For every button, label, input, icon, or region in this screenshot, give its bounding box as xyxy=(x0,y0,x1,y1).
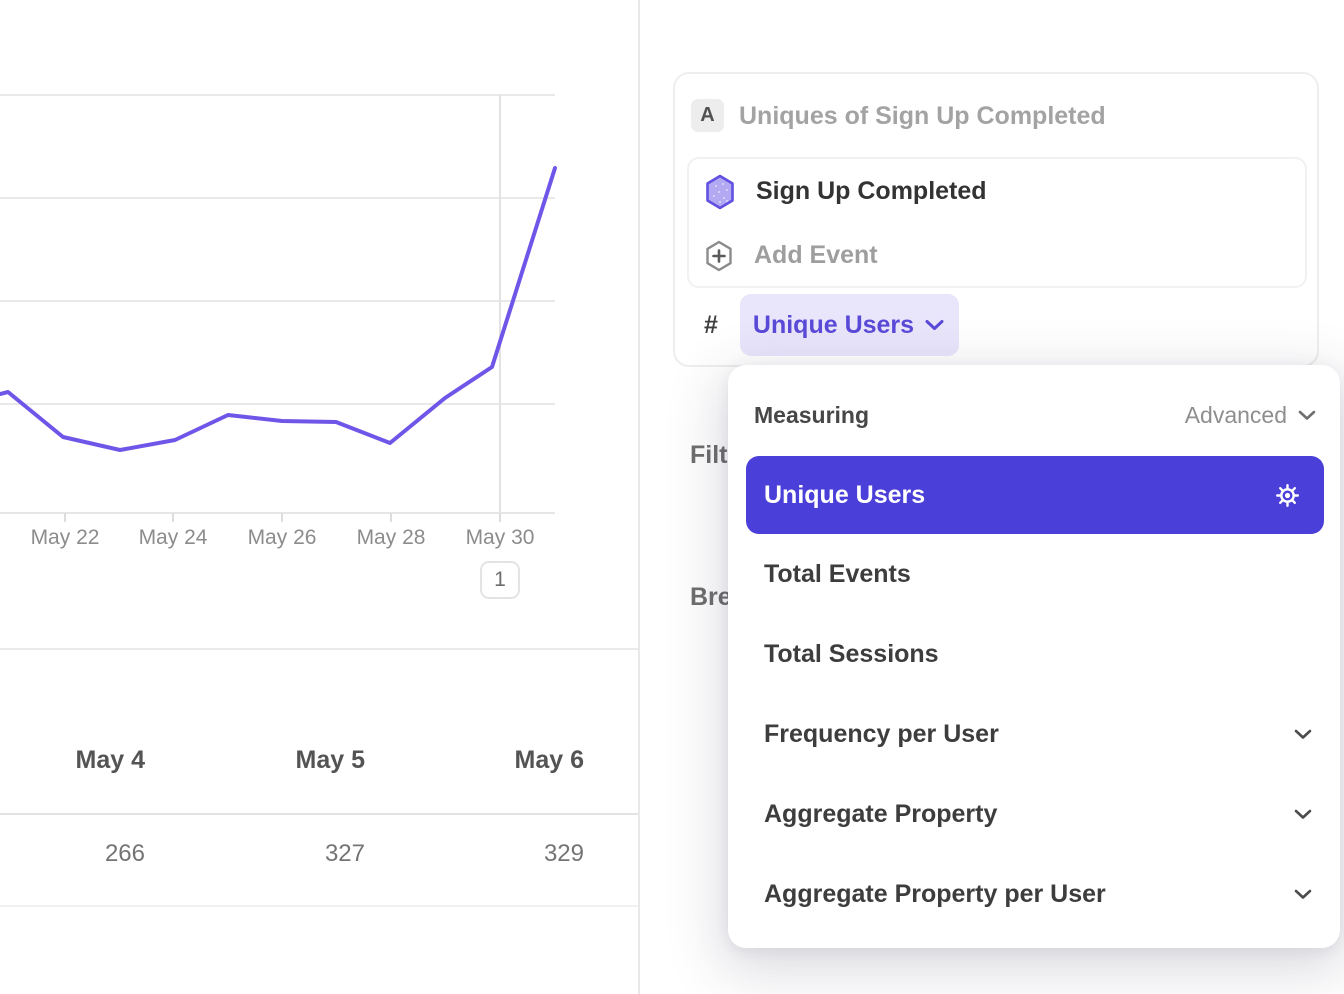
table-cell-value: 327 xyxy=(145,840,365,868)
panel-divider xyxy=(638,0,640,994)
menu-item-label: Frequency per User xyxy=(764,720,999,749)
pagination-page-button[interactable]: 1 xyxy=(480,561,520,599)
menu-item-aggregate-property-per-user[interactable]: Aggregate Property per User xyxy=(746,854,1324,934)
clause-letter-badge: A xyxy=(691,99,724,132)
table-column-header[interactable]: May 4 xyxy=(0,746,145,775)
x-axis-tick-label: May 22 xyxy=(31,526,100,550)
menu-item-frequency-per-user[interactable]: Frequency per User xyxy=(746,694,1324,774)
menu-item-label: Aggregate Property xyxy=(764,800,997,829)
x-axis-tick-label: May 24 xyxy=(139,526,208,550)
event-hexagon-icon xyxy=(705,174,735,210)
counting-method-dropdown-trigger[interactable]: Unique Users xyxy=(740,294,959,356)
event-list-card: Sign Up Completed Add Event xyxy=(687,157,1307,288)
hash-symbol: # xyxy=(704,311,718,340)
chevron-down-icon xyxy=(1294,729,1312,740)
x-axis-tick-label: May 26 xyxy=(248,526,317,550)
chevron-down-icon xyxy=(1294,809,1312,820)
counting-method-value: Unique Users xyxy=(753,311,914,340)
line-chart-panel: May 22 May 24 May 26 May 28 May 30 1 xyxy=(0,0,639,650)
trend-chart-svg xyxy=(0,0,639,650)
menu-item-aggregate-property[interactable]: Aggregate Property xyxy=(746,774,1324,854)
clause-title: Uniques of Sign Up Completed xyxy=(739,102,1106,130)
advanced-mode-toggle[interactable]: Advanced xyxy=(1185,402,1316,429)
analytics-insights-page: May 22 May 24 May 26 May 28 May 30 1 May 4 M… xyxy=(0,0,1344,994)
menu-item-unique-users-selected[interactable]: Unique Users xyxy=(746,456,1324,534)
table-header-separator xyxy=(0,813,639,815)
measuring-menu-header: Measuring Advanced xyxy=(728,365,1340,456)
add-event-label: Add Event xyxy=(754,241,878,270)
chevron-down-icon xyxy=(1298,410,1316,421)
menu-item-total-sessions[interactable]: Total Sessions xyxy=(746,614,1324,694)
chevron-down-icon xyxy=(925,319,944,331)
chevron-down-icon xyxy=(1294,889,1312,900)
measuring-dropdown-menu: Measuring Advanced Unique Users Total Ev… xyxy=(728,365,1340,948)
x-axis-tick-label: May 30 xyxy=(466,526,535,550)
gear-settings-icon[interactable] xyxy=(1274,482,1301,509)
advanced-mode-label: Advanced xyxy=(1185,402,1287,429)
measuring-menu-items: Total Events Total Sessions Frequency pe… xyxy=(746,534,1324,934)
pagination-page-label: 1 xyxy=(494,568,506,592)
x-axis-tick-label: May 28 xyxy=(357,526,426,550)
table-cell-value: 329 xyxy=(364,840,584,868)
add-event-hexagon-plus-icon xyxy=(705,240,733,272)
event-name-label: Sign Up Completed xyxy=(756,177,987,206)
selected-item-label: Unique Users xyxy=(764,481,925,510)
measuring-label: Measuring xyxy=(754,402,869,429)
table-column-header[interactable]: May 5 xyxy=(145,746,365,775)
event-row-sign-up-completed[interactable]: Sign Up Completed xyxy=(689,159,1305,224)
menu-item-total-events[interactable]: Total Events xyxy=(746,534,1324,614)
query-builder-card: A Uniques of Sign Up Completed Sign Up C… xyxy=(673,72,1319,367)
results-table: May 4 May 5 May 6 266 327 329 xyxy=(0,648,639,908)
counting-method-row: # Unique Users xyxy=(704,293,959,357)
add-event-button[interactable]: Add Event xyxy=(689,223,1305,288)
table-cell-value: 266 xyxy=(0,840,145,868)
menu-item-label: Total Events xyxy=(764,560,911,589)
table-row-separator xyxy=(0,905,639,907)
menu-item-label: Total Sessions xyxy=(764,640,939,669)
table-column-header[interactable]: May 6 xyxy=(364,746,584,775)
menu-item-label: Aggregate Property per User xyxy=(764,880,1106,909)
